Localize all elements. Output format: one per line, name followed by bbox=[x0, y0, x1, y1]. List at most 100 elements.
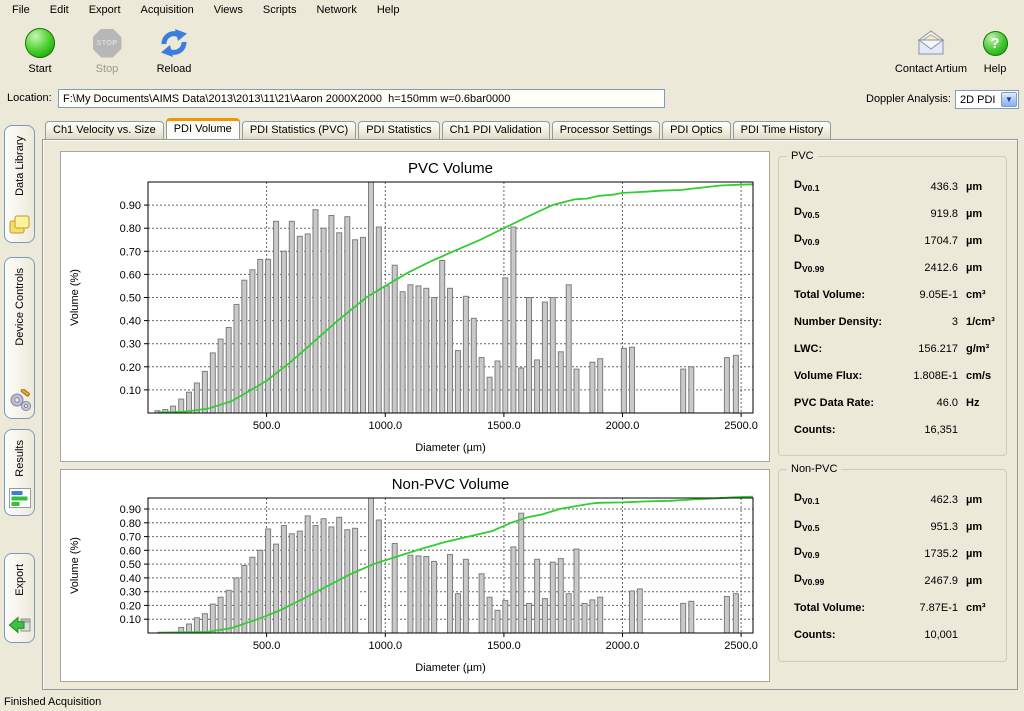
svg-text:2000.0: 2000.0 bbox=[606, 640, 640, 652]
stat-value: 919.8 bbox=[906, 208, 958, 220]
stat-row: DV0.91735.2µm bbox=[779, 540, 1006, 567]
svg-text:2500.0: 2500.0 bbox=[724, 420, 758, 432]
stat-row: LWC:156.217 g/m³ bbox=[779, 335, 1006, 362]
pdi-volume-tab-panel: 0.100.200.300.400.500.600.700.800.90500.… bbox=[42, 139, 1018, 690]
stat-value: 1.808E-1 bbox=[906, 370, 958, 382]
stat-unit: g/m³ bbox=[966, 343, 989, 355]
help-button[interactable]: ? Help bbox=[978, 27, 1012, 75]
start-button[interactable]: Start bbox=[11, 27, 69, 75]
stat-label: Number Density: bbox=[794, 316, 906, 328]
stat-row: DV0.1462.3µm bbox=[779, 486, 1006, 513]
sidebar-item-label: Results bbox=[14, 440, 26, 477]
stat-label: Volume Flux: bbox=[794, 370, 906, 382]
svg-text:1000.0: 1000.0 bbox=[368, 640, 402, 652]
pvc-stats-title: PVC bbox=[787, 150, 818, 162]
stat-value: 9.05E-1 bbox=[906, 289, 958, 301]
menu-item-export[interactable]: Export bbox=[79, 1, 131, 19]
stat-unit: cm³ bbox=[966, 289, 986, 301]
stat-label: DV0.5 bbox=[794, 206, 906, 220]
stop-button-label: Stop bbox=[96, 63, 119, 75]
menu-item-help[interactable]: Help bbox=[367, 1, 410, 19]
stat-row: Number Density:3 1/cm³ bbox=[779, 308, 1006, 335]
svg-text:1500.0: 1500.0 bbox=[487, 420, 521, 432]
menu-item-network[interactable]: Network bbox=[306, 1, 366, 19]
doppler-analysis-select[interactable]: 2D PDI ▼ bbox=[955, 90, 1019, 109]
stat-row: DV0.91704.7µm bbox=[779, 227, 1006, 254]
svg-text:0.40: 0.40 bbox=[120, 316, 141, 328]
sidebar-item-data-library[interactable]: Data Library bbox=[4, 125, 35, 243]
stat-value: 951.3 bbox=[906, 521, 958, 533]
stat-label: Total Volume: bbox=[794, 289, 906, 301]
menu-item-edit[interactable]: Edit bbox=[40, 1, 79, 19]
stat-unit: Hz bbox=[966, 397, 979, 409]
stat-label: Counts: bbox=[794, 629, 906, 641]
svg-text:500.0: 500.0 bbox=[253, 640, 281, 652]
stat-value: 1704.7 bbox=[906, 235, 958, 247]
svg-text:0.50: 0.50 bbox=[120, 559, 141, 571]
gears-icon bbox=[8, 389, 32, 413]
stat-value: 156.217 bbox=[906, 343, 958, 355]
stat-unit: µm bbox=[966, 262, 982, 274]
stat-row: PVC Data Rate:46.0Hz bbox=[779, 389, 1006, 416]
stat-value: 3 bbox=[906, 316, 958, 328]
stat-label: DV0.99 bbox=[794, 260, 906, 274]
menu-item-acquisition[interactable]: Acquisition bbox=[131, 1, 204, 19]
stat-row: Volume Flux:1.808E-1 cm/s bbox=[779, 362, 1006, 389]
svg-text:0.20: 0.20 bbox=[120, 600, 141, 612]
tab-pdi-volume[interactable]: PDI Volume bbox=[166, 118, 240, 139]
tab-pdi-statistics-pvc-[interactable]: PDI Statistics (PVC) bbox=[242, 121, 356, 139]
stat-value: 436.3 bbox=[906, 181, 958, 193]
stat-unit: µm bbox=[966, 521, 982, 533]
sidebar-item-label: Device Controls bbox=[14, 268, 26, 346]
menu-item-views[interactable]: Views bbox=[204, 1, 253, 19]
stat-unit: cm/s bbox=[966, 370, 991, 382]
non-pvc-volume-chart-panel: 0.100.200.300.400.500.600.700.800.90500.… bbox=[60, 469, 770, 682]
start-button-label: Start bbox=[28, 63, 51, 75]
svg-text:500.0: 500.0 bbox=[253, 420, 281, 432]
stat-unit: µm bbox=[966, 181, 982, 193]
svg-text:Non-PVC Volume: Non-PVC Volume bbox=[392, 476, 510, 493]
menu-bar: FileEditExportAcquisitionViewsScriptsNet… bbox=[0, 0, 1024, 19]
svg-text:0.10: 0.10 bbox=[120, 385, 141, 397]
stat-unit: 1/cm³ bbox=[966, 316, 995, 328]
svg-text:2500.0: 2500.0 bbox=[724, 640, 758, 652]
stop-button[interactable]: STOP Stop bbox=[78, 27, 136, 75]
tab-ch1-velocity-vs-size[interactable]: Ch1 Velocity vs. Size bbox=[45, 121, 164, 139]
stat-value: 2412.6 bbox=[906, 262, 958, 274]
sidebar-item-results[interactable]: Results bbox=[4, 429, 35, 516]
stat-row: DV0.5951.3µm bbox=[779, 513, 1006, 540]
contact-artium-label: Contact Artium bbox=[895, 63, 967, 75]
svg-text:0.90: 0.90 bbox=[120, 504, 141, 516]
help-button-label: Help bbox=[984, 63, 1007, 75]
stat-label: Total Volume: bbox=[794, 602, 906, 614]
tab-pdi-optics[interactable]: PDI Optics bbox=[662, 121, 731, 139]
reload-icon bbox=[159, 27, 189, 59]
svg-text:0.60: 0.60 bbox=[120, 269, 141, 281]
non-pvc-volume-chart: 0.100.200.300.400.500.600.700.800.90500.… bbox=[61, 470, 769, 681]
stat-unit: µm bbox=[966, 235, 982, 247]
stat-value: 2467.9 bbox=[906, 575, 958, 587]
tab-pdi-time-history[interactable]: PDI Time History bbox=[733, 121, 832, 139]
stat-label: LWC: bbox=[794, 343, 906, 355]
sidebar-item-device-controls[interactable]: Device Controls bbox=[4, 257, 35, 419]
menu-item-file[interactable]: File bbox=[2, 1, 40, 19]
location-input[interactable] bbox=[58, 89, 665, 108]
tab-processor-settings[interactable]: Processor Settings bbox=[552, 121, 660, 139]
svg-text:0.30: 0.30 bbox=[120, 339, 141, 351]
svg-text:0.60: 0.60 bbox=[120, 545, 141, 557]
stat-label: PVC Data Rate: bbox=[794, 397, 906, 409]
menu-item-scripts[interactable]: Scripts bbox=[253, 1, 307, 19]
tab-pdi-statistics[interactable]: PDI Statistics bbox=[358, 121, 439, 139]
sidebar-item-export[interactable]: Export bbox=[4, 553, 35, 643]
stat-value: 1735.2 bbox=[906, 548, 958, 560]
svg-text:0.40: 0.40 bbox=[120, 573, 141, 585]
contact-artium-button[interactable]: Contact Artium bbox=[893, 27, 969, 75]
tab-ch1-pdi-validation[interactable]: Ch1 PDI Validation bbox=[442, 121, 550, 139]
svg-text:0.20: 0.20 bbox=[120, 362, 141, 374]
svg-text:2000.0: 2000.0 bbox=[606, 420, 640, 432]
pvc-volume-chart-panel: 0.100.200.300.400.500.600.700.800.90500.… bbox=[60, 151, 770, 462]
envelope-icon bbox=[915, 27, 947, 59]
stat-label: Counts: bbox=[794, 424, 906, 436]
location-row: Location: Doppler Analysis: 2D PDI ▼ bbox=[0, 88, 1024, 112]
reload-button[interactable]: Reload bbox=[145, 27, 203, 75]
